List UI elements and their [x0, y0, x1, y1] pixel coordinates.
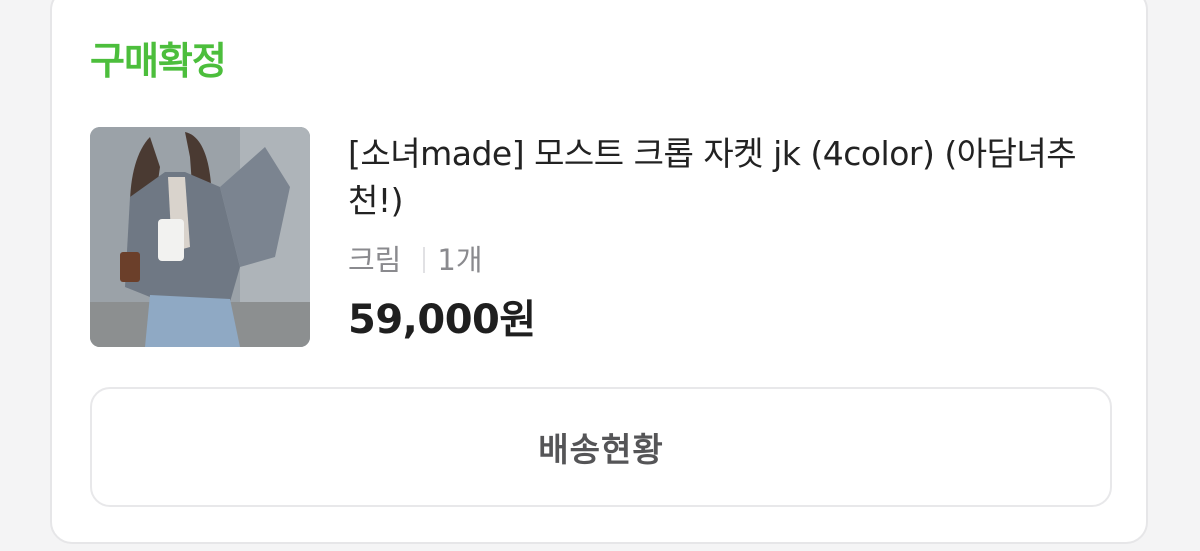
option-quantity: 1개 [437, 243, 483, 277]
product-options: 크림 1개 [348, 240, 483, 280]
option-color: 크림 [348, 243, 402, 277]
product-photo-jacket [90, 127, 310, 347]
product-thumbnail[interactable] [90, 127, 310, 347]
product-price: 59,000원 [348, 297, 536, 343]
order-card: 구매확정 [소녀made] 모스트 크롭 자켓 jk (4color) (아담녀… [50, 0, 1148, 544]
order-status-label: 구매확정 [90, 39, 227, 83]
product-title[interactable]: [소녀made] 모스트 크롭 자켓 jk (4color) (아담녀추천!) [348, 130, 1118, 224]
delivery-status-button[interactable]: 배송현황 [90, 387, 1112, 507]
option-divider [423, 247, 426, 273]
